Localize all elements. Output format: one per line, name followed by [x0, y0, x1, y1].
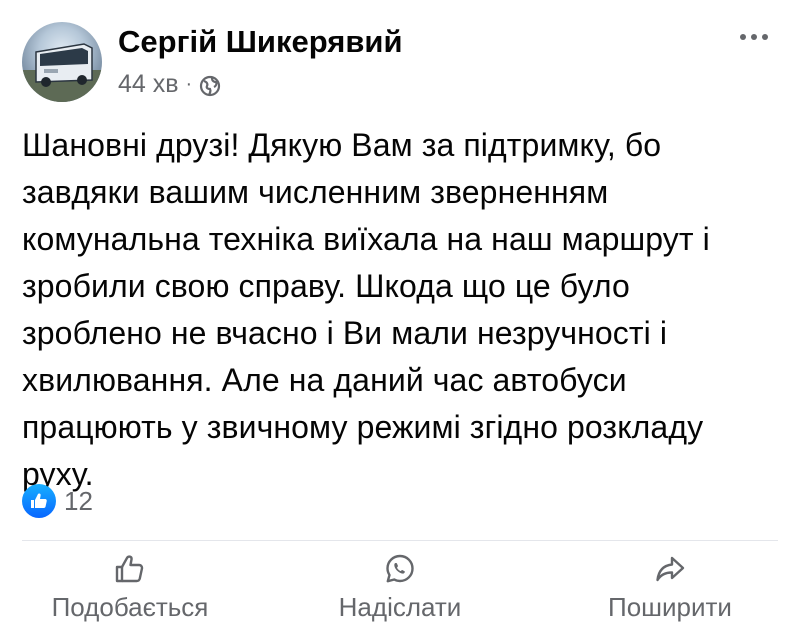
post-actions: Подобається Надіслати Поширити: [0, 548, 800, 628]
avatar[interactable]: [22, 22, 102, 102]
send-label: Надіслати: [338, 592, 462, 622]
post-text-line: Шановні друзі! Дякую Вам за підтримку, б…: [22, 127, 662, 163]
post-text-line: працюють у звичному режимі згідно розкла…: [22, 409, 704, 445]
meta-separator: ·: [185, 73, 193, 95]
post-text-line: завдяки вашим численним зверненням: [22, 174, 609, 210]
reaction-count: 12: [64, 485, 93, 516]
globe-icon: [199, 75, 221, 97]
divider: [22, 540, 778, 541]
post-text-line: зроблено не вчасно і Ви мали незручності…: [22, 315, 668, 351]
post-text: Шановні друзі! Дякую Вам за підтримку, б…: [22, 122, 782, 498]
more-options-button[interactable]: [734, 28, 774, 46]
post-text-line: хвилювання. Але на даний час автобуси: [22, 362, 627, 398]
post-time[interactable]: 44 хв: [118, 70, 179, 99]
post-text-line: комунальна техніка виїхала на наш маршру…: [22, 221, 710, 257]
whatsapp-icon: [386, 554, 414, 583]
post-text-line: зробили свою справу. Шкода що це було: [22, 268, 630, 304]
post-text-line: руху.: [22, 456, 94, 492]
more-dot-icon: [762, 34, 768, 40]
more-dot-icon: [751, 34, 757, 40]
share-label: Поширити: [608, 592, 732, 622]
more-dot-icon: [740, 34, 746, 40]
share-arrow-icon: [656, 556, 685, 582]
post-meta: 44 хв ·: [118, 70, 221, 99]
post-header: Сергій Шикерявий 44 хв ·: [22, 18, 782, 108]
send-button[interactable]: Надіслати: [270, 548, 530, 628]
reactions-summary[interactable]: 12: [22, 484, 93, 518]
like-label: Подобається: [51, 592, 209, 622]
share-button[interactable]: Поширити: [540, 548, 800, 628]
like-reaction-icon: [22, 484, 56, 518]
bus-photo: [22, 43, 102, 102]
author-name[interactable]: Сергій Шикерявий: [118, 24, 403, 60]
thumbs-up-icon: [115, 555, 144, 583]
like-button[interactable]: Подобається: [0, 548, 260, 628]
